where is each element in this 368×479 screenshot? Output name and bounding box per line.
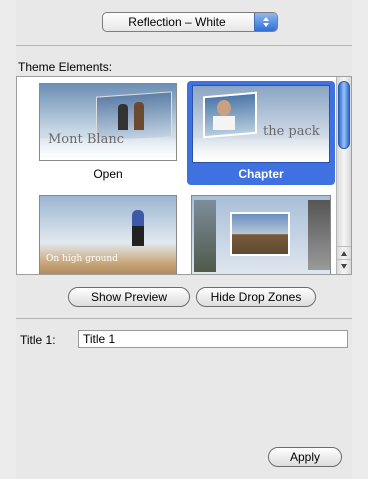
thumb-shirt-chapter	[213, 116, 235, 130]
theme-inspector-panel: Reflection – White Theme Elements: Mont …	[16, 0, 352, 479]
thumb-label-open: Open	[93, 167, 123, 181]
apply-button[interactable]: Apply	[268, 447, 342, 467]
title-field-label: Title 1:	[20, 333, 56, 347]
scroll-down-button[interactable]	[337, 259, 351, 273]
theme-elements-label: Theme Elements:	[18, 60, 113, 74]
thumb-caption-3: On high ground	[46, 254, 118, 264]
thumb-photo-4a	[194, 200, 216, 272]
popup-down-arrow-icon	[263, 23, 269, 27]
scroll-down-icon	[341, 264, 347, 269]
scroll-up-icon	[341, 251, 347, 256]
show-preview-button[interactable]: Show Preview	[68, 287, 190, 307]
theme-popup[interactable]: Reflection – White	[102, 12, 278, 32]
thumb-image-3: On high ground	[39, 195, 177, 274]
thumb-cell-chapter[interactable]: the pack Chapter	[187, 81, 335, 185]
thumbs-scrollbar[interactable]	[336, 77, 351, 274]
thumb-person-open-2	[134, 102, 144, 130]
thumb-person-3	[132, 210, 144, 246]
top-separator	[16, 45, 352, 46]
thumb-person-open	[118, 104, 128, 130]
middle-separator	[16, 318, 352, 319]
theme-elements-list[interactable]: Mont Blanc Open the pack Chapter On high…	[16, 76, 352, 275]
hide-drop-zones-button[interactable]: Hide Drop Zones	[196, 287, 316, 307]
thumb-cell-3[interactable]: On high ground	[39, 195, 179, 274]
thumb-photo-4c	[308, 200, 330, 270]
thumb-caption-chapter: the pack	[263, 124, 320, 139]
thumb-cell-4[interactable]	[191, 195, 333, 274]
thumb-face-chapter	[217, 100, 231, 116]
thumbs-scroll-thumb[interactable]	[338, 81, 350, 149]
theme-popup-value: Reflection – White	[128, 15, 226, 29]
title-input[interactable]	[78, 330, 348, 348]
thumb-image-open: Mont Blanc	[39, 83, 177, 161]
thumb-caption-open: Mont Blanc	[48, 132, 124, 147]
thumb-image-4	[191, 195, 331, 274]
thumb-photo-chapter	[203, 91, 257, 139]
thumb-label-chapter: Chapter	[238, 167, 284, 181]
thumb-image-chapter: the pack	[192, 85, 330, 163]
popup-arrows-icon[interactable]	[254, 13, 277, 31]
thumb-photo-4b	[230, 212, 290, 256]
popup-up-arrow-icon	[263, 17, 269, 21]
scroll-up-button[interactable]	[337, 246, 351, 260]
thumb-reflection-chapter	[193, 138, 329, 162]
thumb-cell-open[interactable]: Mont Blanc Open	[39, 83, 179, 183]
